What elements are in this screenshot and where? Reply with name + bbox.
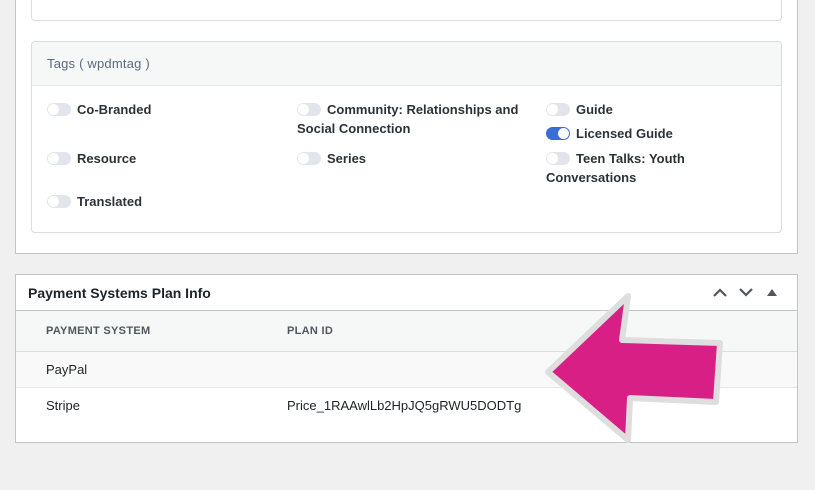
toggle-switch[interactable]	[47, 195, 71, 208]
tag-label: Licensed Guide	[576, 126, 673, 141]
toggle-switch[interactable]	[546, 103, 570, 116]
tag-label: Resource	[77, 151, 137, 166]
column-header-payment-system: PAYMENT SYSTEM	[16, 311, 287, 352]
toggle-switch[interactable]	[297, 152, 321, 165]
tag-label: Translated	[77, 194, 143, 209]
tag-community[interactable]: Community: Relationships and Social Conn…	[297, 100, 522, 138]
tag-label: Guide	[576, 102, 613, 117]
toggle-switch[interactable]	[546, 127, 570, 140]
annotation-arrow	[545, 293, 723, 443]
tag-label: Community: Relationships and Social Conn…	[297, 102, 519, 136]
toggle-switch[interactable]	[47, 152, 71, 165]
tag-teen-talks[interactable]: Teen Talks: Youth Conversations	[546, 149, 736, 187]
tag-series[interactable]: Series	[297, 149, 366, 168]
tags-header: Tags ( wpdmtag )	[32, 42, 781, 86]
toggle-switch[interactable]	[546, 152, 570, 165]
tag-licensed-guide[interactable]: Licensed Guide	[546, 124, 673, 143]
tag-guide[interactable]: Guide	[546, 100, 613, 119]
previous-card	[31, 0, 782, 21]
tag-translated[interactable]: Translated	[47, 192, 142, 211]
toggle-switch[interactable]	[297, 103, 321, 116]
tags-card: Tags ( wpdmtag ) Co-Branded Community: R…	[31, 41, 782, 233]
tag-label: Co-Branded	[77, 102, 152, 117]
payment-system-cell: PayPal	[16, 351, 287, 388]
tag-label: Series	[327, 151, 367, 166]
tag-resource[interactable]: Resource	[47, 149, 136, 168]
toggle-switch[interactable]	[47, 103, 71, 116]
collapse-toggle-icon[interactable]	[759, 280, 785, 306]
payment-system-cell: Stripe	[46, 397, 80, 413]
tag-co-branded[interactable]: Co-Branded	[47, 100, 151, 119]
